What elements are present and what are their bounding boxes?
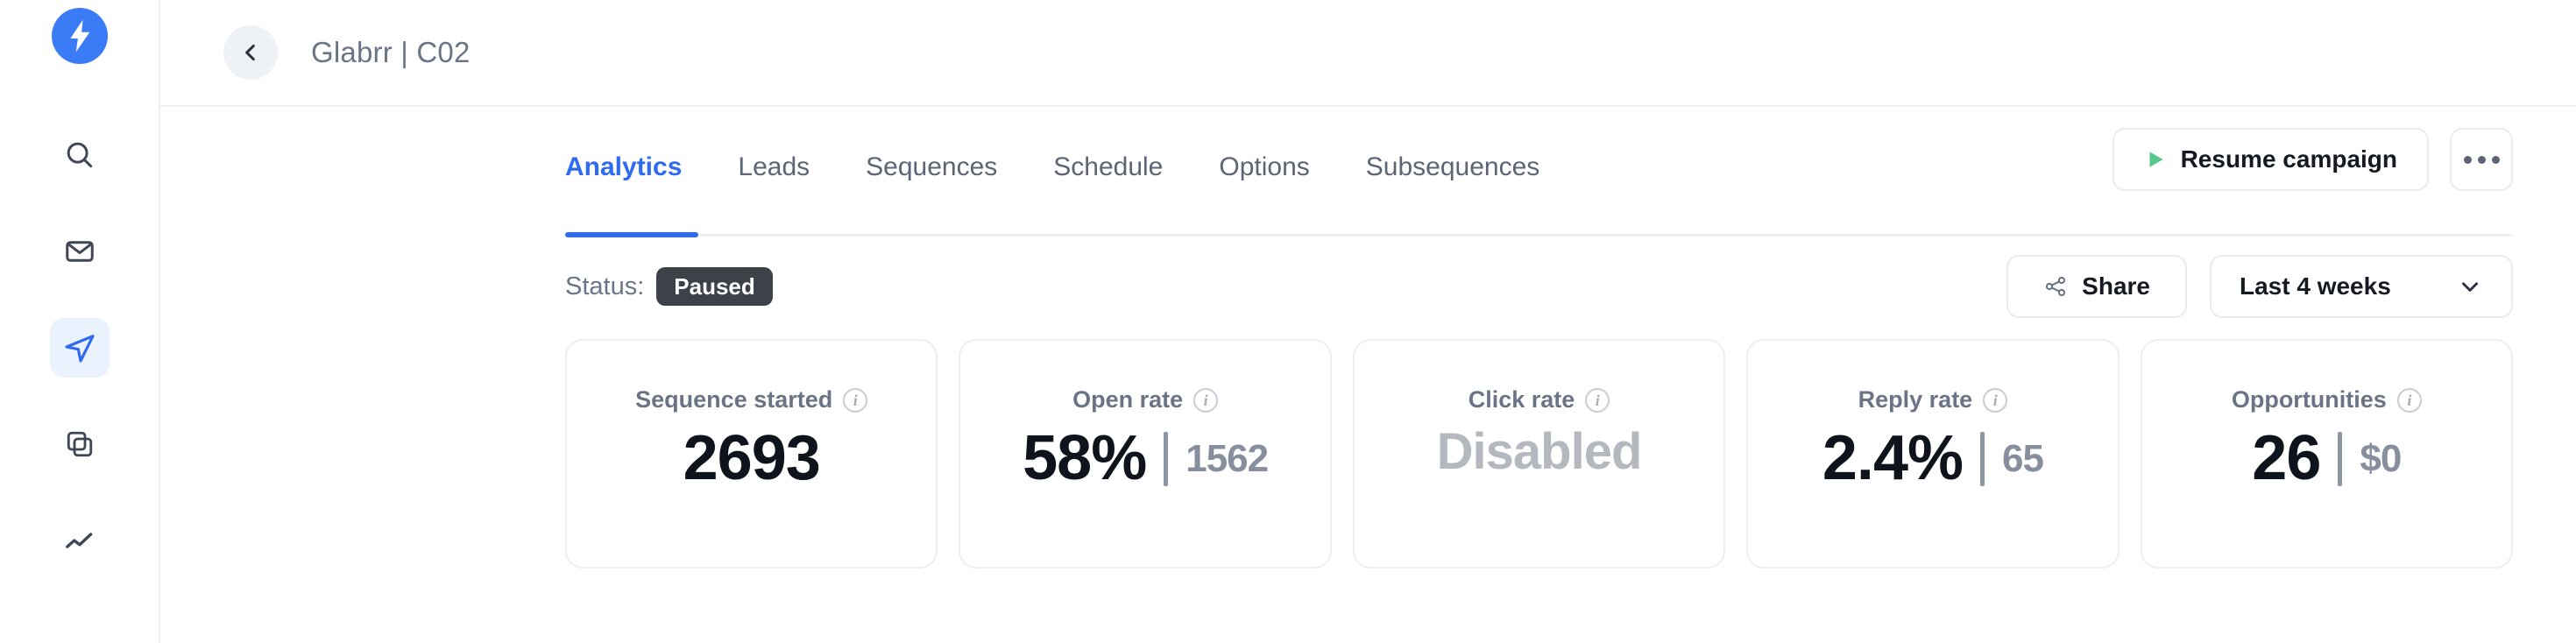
metric-card-open-rate: Open rate i 58% 1562 xyxy=(959,339,1332,569)
active-tab-underline xyxy=(565,232,698,237)
metric-sub-value: 65 xyxy=(2002,436,2044,480)
metric-card-header: Open rate i xyxy=(1072,386,1219,413)
sidebar-item-inbox[interactable] xyxy=(50,222,110,281)
date-range-value: Last 4 weeks xyxy=(2240,272,2391,300)
metric-value: 2.4% xyxy=(1822,423,1964,493)
envelope-icon xyxy=(65,241,94,262)
tab-subsequences[interactable]: Subsequences xyxy=(1366,154,1540,180)
share-button[interactable]: Share xyxy=(2006,255,2187,318)
status-badge: Paused xyxy=(656,267,773,306)
topbar: Glabrr | C02 xyxy=(160,0,2576,107)
metric-label: Click rate xyxy=(1468,386,1575,413)
app-logo[interactable] xyxy=(51,8,108,64)
sidebar-nav xyxy=(49,125,110,570)
app-root: Glabrr | C02 Analytics Leads Sequences S… xyxy=(0,0,2576,643)
resume-campaign-button[interactable]: Resume campaign xyxy=(2112,128,2429,191)
metric-card-header: Opportunities i xyxy=(2232,386,2422,413)
chevron-down-icon xyxy=(2462,282,2478,292)
metric-label: Sequence started xyxy=(635,386,833,413)
tab-leads[interactable]: Leads xyxy=(738,154,810,180)
ellipsis-icon xyxy=(2463,155,2500,164)
tab-list: Analytics Leads Sequences Schedule Optio… xyxy=(565,107,1539,203)
metric-sub-value: 1562 xyxy=(1185,436,1269,480)
analytics-filters: Share Last 4 weeks xyxy=(2006,255,2513,318)
metric-card-click-rate: Click rate i Disabled xyxy=(1352,339,1726,569)
date-range-select[interactable]: Last 4 weeks xyxy=(2210,255,2513,318)
info-circle-icon[interactable]: i xyxy=(843,387,868,413)
metric-value-group: 58% 1562 xyxy=(1023,423,1269,493)
sidebar xyxy=(0,0,160,643)
metric-sub-value: $0 xyxy=(2360,436,2402,480)
resume-campaign-label: Resume campaign xyxy=(2180,145,2397,173)
metric-card-header: Reply rate i xyxy=(1858,386,2008,413)
sidebar-item-campaigns[interactable] xyxy=(49,318,110,378)
metric-label: Reply rate xyxy=(1858,386,1973,413)
tab-schedule[interactable]: Schedule xyxy=(1053,154,1163,180)
search-icon xyxy=(67,142,92,168)
status-label: Status: xyxy=(565,272,645,300)
metric-value: 58% xyxy=(1023,423,1147,493)
play-triangle-icon xyxy=(2149,152,2163,167)
tab-sequences[interactable]: Sequences xyxy=(866,154,997,180)
sidebar-item-search[interactable] xyxy=(50,125,110,185)
metric-value-group: Disabled xyxy=(1436,423,1643,480)
metric-cards: Sequence started i 2693 Open rate i 58% xyxy=(565,339,2514,569)
info-circle-icon[interactable]: i xyxy=(1585,387,1610,413)
lightning-bolt-icon xyxy=(69,19,89,53)
metric-value-group: 2693 xyxy=(683,423,821,493)
page-title: Glabrr | C02 xyxy=(311,36,471,68)
tab-analytics[interactable]: Analytics xyxy=(565,154,682,180)
metric-label: Opportunities xyxy=(2231,386,2387,413)
campaign-actions: Resume campaign xyxy=(2112,107,2513,191)
value-separator xyxy=(1980,431,1985,486)
metric-card-header: Sequence started i xyxy=(635,386,868,413)
sidebar-item-analytics[interactable] xyxy=(50,511,110,570)
metric-value: 2693 xyxy=(683,423,821,493)
copy-layers-icon xyxy=(67,431,92,457)
metric-card-header: Click rate i xyxy=(1468,386,1610,413)
line-chart-icon xyxy=(65,533,92,548)
metric-card-opportunities: Opportunities i 26 $0 xyxy=(2140,339,2514,569)
tab-options[interactable]: Options xyxy=(1219,154,1309,180)
share-nodes-icon xyxy=(2046,276,2066,297)
metric-value: 26 xyxy=(2252,423,2321,493)
chevron-left-icon xyxy=(245,44,255,61)
analytics-content: Status: Paused Share Last 4 weeks Sequen… xyxy=(160,244,2576,643)
tab-bar: Analytics Leads Sequences Schedule Optio… xyxy=(160,107,2576,244)
value-separator xyxy=(2338,431,2343,486)
metric-value-group: 26 $0 xyxy=(2252,423,2402,493)
sidebar-item-templates[interactable] xyxy=(50,414,110,474)
info-circle-icon[interactable]: i xyxy=(1193,387,1219,413)
metric-value: Disabled xyxy=(1436,423,1643,480)
metric-card-reply-rate: Reply rate i 2.4% 65 xyxy=(1746,339,2120,569)
more-options-button[interactable] xyxy=(2450,128,2513,191)
paper-plane-icon xyxy=(64,335,95,363)
metric-card-sequence-started: Sequence started i 2693 xyxy=(565,339,938,569)
info-circle-icon[interactable]: i xyxy=(1983,387,2008,413)
value-separator xyxy=(1164,431,1169,486)
metric-value-group: 2.4% 65 xyxy=(1822,423,2044,493)
share-label: Share xyxy=(2082,272,2150,300)
tab-divider xyxy=(565,234,2513,237)
status-row: Status: Paused Share Last 4 weeks xyxy=(565,244,2513,329)
back-button[interactable] xyxy=(223,25,278,80)
main-area: Glabrr | C02 Analytics Leads Sequences S… xyxy=(160,0,2576,643)
info-circle-icon[interactable]: i xyxy=(2396,387,2422,413)
metric-label: Open rate xyxy=(1072,386,1184,413)
